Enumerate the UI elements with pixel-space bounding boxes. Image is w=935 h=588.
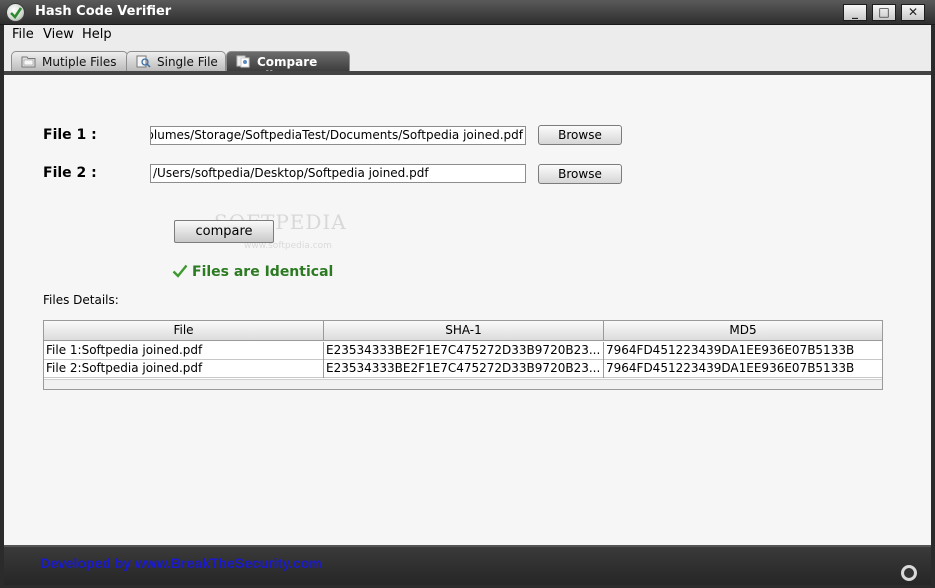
- close-button[interactable]: ✕: [901, 4, 925, 21]
- menu-file[interactable]: File: [12, 27, 34, 42]
- main-frame: File View Help Mutiple Files Single File: [4, 25, 931, 545]
- tab-bar: Mutiple Files Single File Compare Files: [4, 51, 931, 83]
- files-details-label: Files Details:: [43, 293, 119, 307]
- table-cell-file: File 2:Softpedia joined.pdf: [44, 360, 324, 378]
- menu-bar: File View Help: [4, 25, 931, 47]
- table-cell-md5: 7964FD451223439DA1EE936E07B5133B: [606, 361, 855, 375]
- table-cell-file: File 1:Softpedia joined.pdf: [44, 342, 324, 360]
- tab-label: Single File: [157, 55, 218, 69]
- app-check-icon: [6, 3, 25, 22]
- compare-panel: File 1 : /Volumes/Storage/SoftpediaTest/…: [4, 75, 931, 545]
- title-bar: Hash Code Verifier _ □ ✕: [0, 0, 935, 25]
- magnifier-icon: [136, 55, 151, 68]
- compare-icon: [236, 55, 250, 68]
- table-empty-area: [44, 379, 882, 389]
- folder-icon: [21, 56, 36, 68]
- menu-view[interactable]: View: [43, 27, 74, 42]
- column-header-sha1[interactable]: SHA-1: [324, 321, 604, 341]
- table-cell-sha1: E23534333BE2F1E7C475272D33B9720B23...: [324, 360, 604, 378]
- comparison-status: Files are Identical: [172, 264, 333, 280]
- table-cell-md5: 7964FD451223439DA1EE936E07B5133B: [606, 343, 855, 357]
- table-cell-sha1: E23534333BE2F1E7C475272D33B9720B23...: [324, 342, 604, 360]
- compare-button[interactable]: compare: [174, 220, 274, 243]
- status-text: Files are Identical: [192, 264, 334, 280]
- minimize-button[interactable]: _: [843, 4, 867, 21]
- file2-label: File 2 :: [43, 165, 97, 181]
- tab-single-file[interactable]: Single File: [126, 51, 226, 72]
- browse-file2-button[interactable]: Browse: [538, 164, 622, 184]
- developer-credit: Developed by www.BreakTheSecurity.com: [40, 555, 322, 571]
- browse-file1-button[interactable]: Browse: [538, 125, 622, 145]
- column-header-md5[interactable]: MD5: [604, 321, 882, 341]
- check-icon: [172, 264, 188, 278]
- footer-bar: Developed by www.BreakTheSecurity.com: [4, 545, 931, 585]
- status-circle-icon: [901, 565, 917, 581]
- menu-help[interactable]: Help: [82, 27, 112, 42]
- table-row[interactable]: File 1:Softpedia joined.pdf E23534333BE2…: [44, 342, 882, 360]
- table-header: File SHA-1 MD5: [44, 321, 882, 341]
- file1-path-value: /Volumes/Storage/SoftpediaTest/Documents…: [150, 128, 523, 142]
- file1-label: File 1 :: [43, 127, 97, 143]
- tab-compare-files[interactable]: Compare Files: [226, 51, 350, 83]
- maximize-button[interactable]: □: [872, 4, 896, 21]
- file-details-table: File SHA-1 MD5 File 1:Softpedia joined.p…: [43, 320, 883, 390]
- window-title: Hash Code Verifier: [35, 4, 172, 19]
- table-row[interactable]: File 2:Softpedia joined.pdf E23534333BE2…: [44, 360, 882, 378]
- tab-multiple-files[interactable]: Mutiple Files: [11, 51, 128, 72]
- file1-path-input[interactable]: /Volumes/Storage/SoftpediaTest/Documents…: [150, 126, 526, 145]
- column-header-file[interactable]: File: [44, 321, 324, 341]
- file2-path-input[interactable]: /Users/softpedia/Desktop/Softpedia joine…: [150, 164, 526, 183]
- tab-label: Mutiple Files: [42, 55, 117, 69]
